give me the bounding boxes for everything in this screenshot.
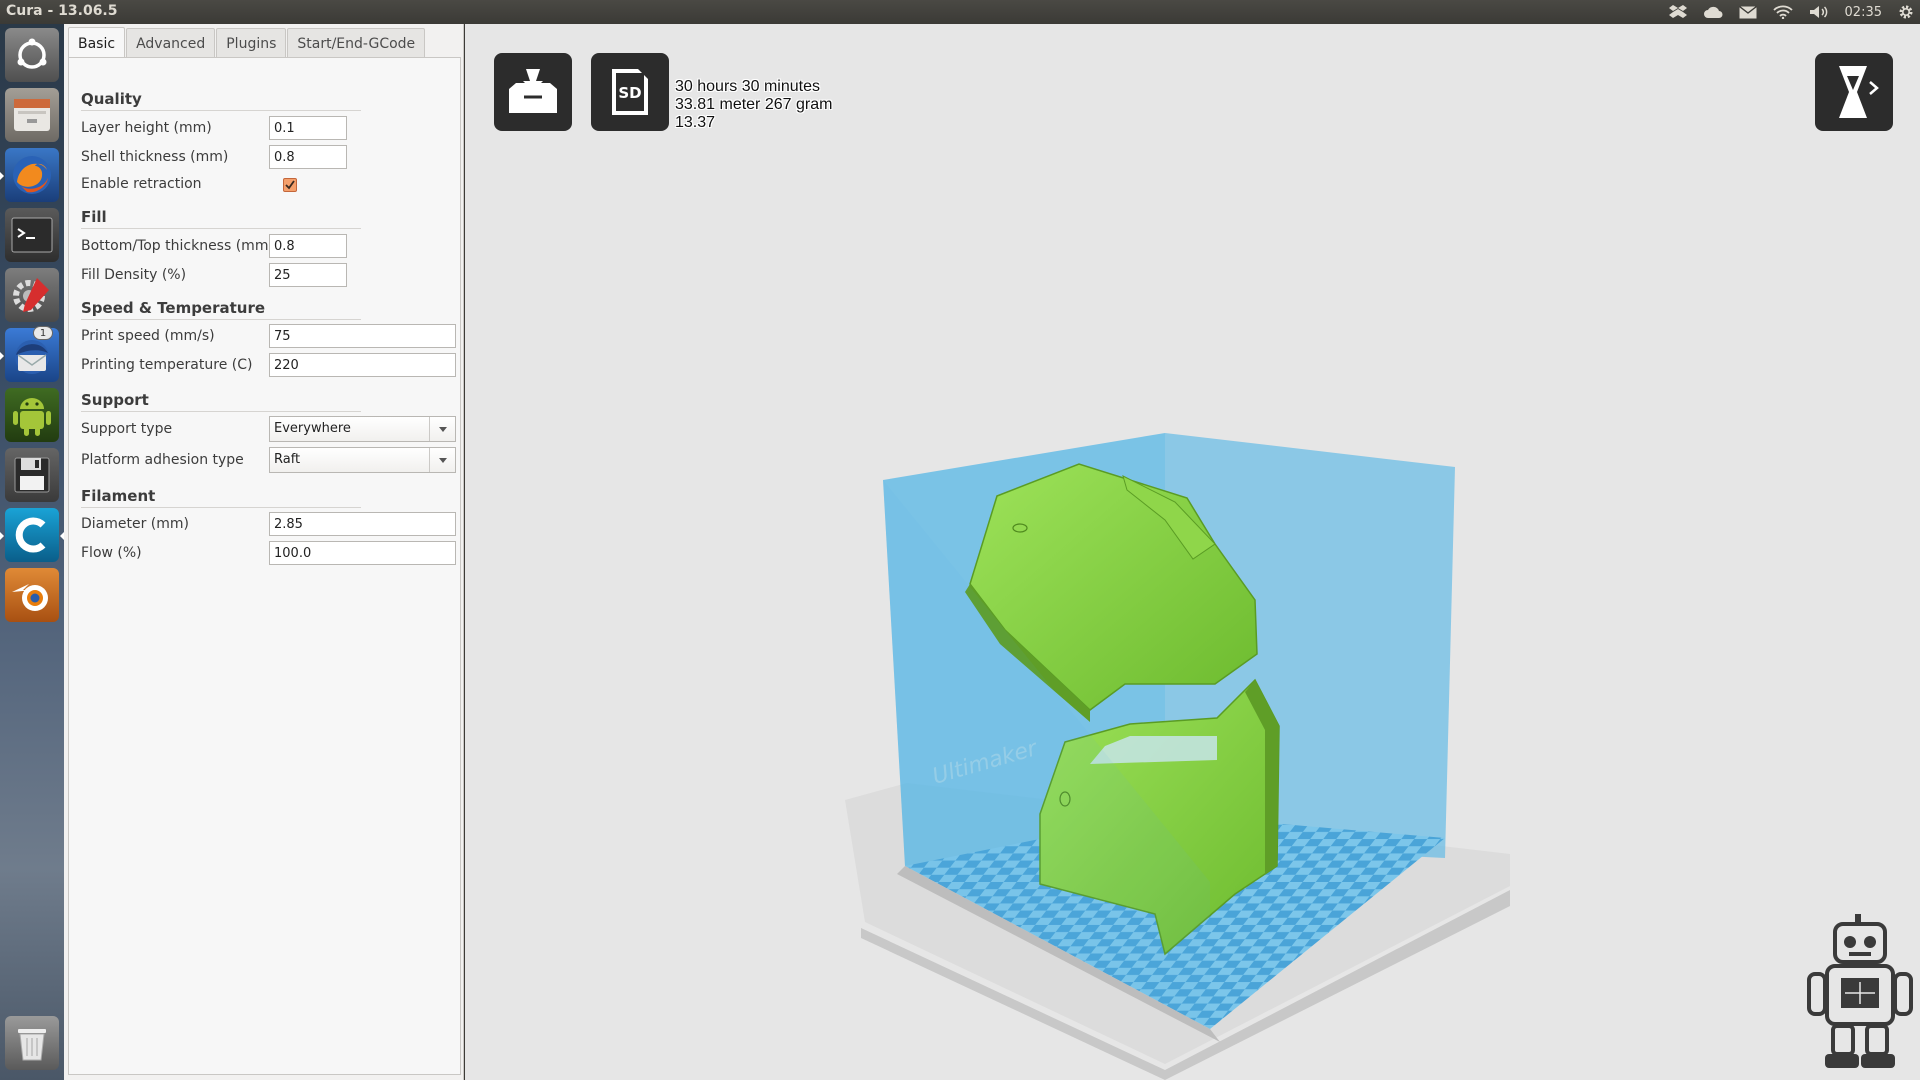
section-divider <box>81 319 361 320</box>
section-title-support: Support <box>81 391 149 409</box>
print-cost: 13.37 <box>675 114 716 131</box>
settings-gear-icon[interactable] <box>1898 4 1914 20</box>
bottom-top-thickness-input[interactable] <box>269 234 347 258</box>
dropbox-icon[interactable] <box>1668 4 1687 20</box>
unread-badge: 1 <box>33 326 53 340</box>
dropdown-arrow-icon[interactable] <box>429 448 455 472</box>
system-tray: 02:35 <box>1668 0 1914 24</box>
view-mode-icon <box>1839 66 1879 118</box>
section-title-speed-temperature: Speed & Temperature <box>81 299 266 317</box>
layer-height-label: Layer height (mm) <box>81 120 212 136</box>
dropdown-arrow-icon[interactable] <box>429 417 455 441</box>
print-time: 30 hours 30 minutes <box>675 78 820 95</box>
view-mode-button[interactable] <box>1815 53 1893 131</box>
cloud-icon[interactable] <box>1703 5 1723 19</box>
tab-advanced[interactable]: Advanced <box>126 28 216 58</box>
basic-settings-form: Quality Layer height (mm) Shell thicknes… <box>68 57 461 1075</box>
section-divider <box>81 411 361 412</box>
sd-card-icon: SD <box>612 69 648 115</box>
wifi-icon[interactable] <box>1772 5 1793 19</box>
layer-height-input[interactable] <box>269 116 347 140</box>
files-icon[interactable] <box>5 88 59 142</box>
cura-icon[interactable] <box>0 508 64 562</box>
shell-thickness-input[interactable] <box>269 145 347 169</box>
diameter-input[interactable] <box>269 512 456 536</box>
shell-thickness-label: Shell thickness (mm) <box>81 149 229 165</box>
section-title-quality: Quality <box>81 90 142 108</box>
load-model-button[interactable] <box>494 53 572 131</box>
terminal-icon[interactable] <box>5 208 59 262</box>
fill-density-label: Fill Density (%) <box>81 267 187 283</box>
section-title-filament: Filament <box>81 487 156 505</box>
android-icon[interactable] <box>5 388 59 442</box>
settings-panel: Basic Advanced Plugins Start/End-GCode Q… <box>64 24 464 1080</box>
print-estimate: 30 hours 30 minutes 33.81 meter 267 gram… <box>675 78 832 132</box>
mail-icon[interactable] <box>1738 5 1757 19</box>
section-divider <box>81 228 361 229</box>
fill-density-input[interactable] <box>269 263 347 287</box>
printing-temperature-label: Printing temperature (C) <box>81 357 253 373</box>
bottom-top-thickness-label: Bottom/Top thickness (mm) <box>81 238 274 254</box>
platform-adhesion-label: Platform adhesion type <box>81 452 244 468</box>
volume-icon[interactable] <box>1809 5 1829 19</box>
top-panel: Cura - 13.06.5 02:35 <box>0 0 1920 24</box>
3d-viewport[interactable]: Ultimaker SD 30 hours 30 minutes 33.81 m… <box>465 24 1920 1080</box>
section-divider <box>81 507 361 508</box>
diameter-label: Diameter (mm) <box>81 516 190 532</box>
support-type-value: Everywhere <box>274 421 351 436</box>
tab-bar: Basic Advanced Plugins Start/End-GCode <box>68 27 426 59</box>
launcher: 1 <box>0 24 64 1080</box>
clock[interactable]: 02:35 <box>1845 5 1882 20</box>
section-divider <box>81 110 361 111</box>
checkmark-icon <box>285 180 295 190</box>
blender-icon[interactable] <box>5 568 59 622</box>
platform-adhesion-value: Raft <box>274 452 301 467</box>
save-disk-icon[interactable] <box>5 448 59 502</box>
enable-retraction-checkbox[interactable] <box>283 178 297 192</box>
firefox-icon[interactable] <box>0 148 59 202</box>
flow-input[interactable] <box>269 541 456 565</box>
save-to-sd-button[interactable]: SD <box>591 53 669 131</box>
print-speed-label: Print speed (mm/s) <box>81 328 215 344</box>
flow-label: Flow (%) <box>81 545 142 561</box>
system-settings-icon[interactable] <box>5 268 59 322</box>
load-folder-icon <box>509 69 557 113</box>
build-volume-scene[interactable]: Ultimaker <box>465 24 1920 1080</box>
enable-retraction-label: Enable retraction <box>81 176 202 192</box>
tab-basic[interactable]: Basic <box>68 27 126 59</box>
thunderbird-icon[interactable]: 1 <box>0 326 59 382</box>
dash-home-icon[interactable] <box>5 28 59 82</box>
print-material: 33.81 meter 267 gram <box>675 96 833 113</box>
tab-plugins[interactable]: Plugins <box>216 28 287 58</box>
tab-start-end-gcode[interactable]: Start/End-GCode <box>287 28 426 58</box>
robot-mascot-icon <box>1805 914 1915 1074</box>
platform-adhesion-select[interactable]: Raft <box>269 447 456 473</box>
printing-temperature-input[interactable] <box>269 353 456 377</box>
support-type-label: Support type <box>81 421 173 437</box>
window-title: Cura - 13.06.5 <box>6 3 118 19</box>
section-title-fill: Fill <box>81 208 107 226</box>
sd-label: SD <box>618 84 641 102</box>
support-type-select[interactable]: Everywhere <box>269 416 456 442</box>
trash-icon[interactable] <box>5 1016 59 1070</box>
print-speed-input[interactable] <box>269 324 456 348</box>
